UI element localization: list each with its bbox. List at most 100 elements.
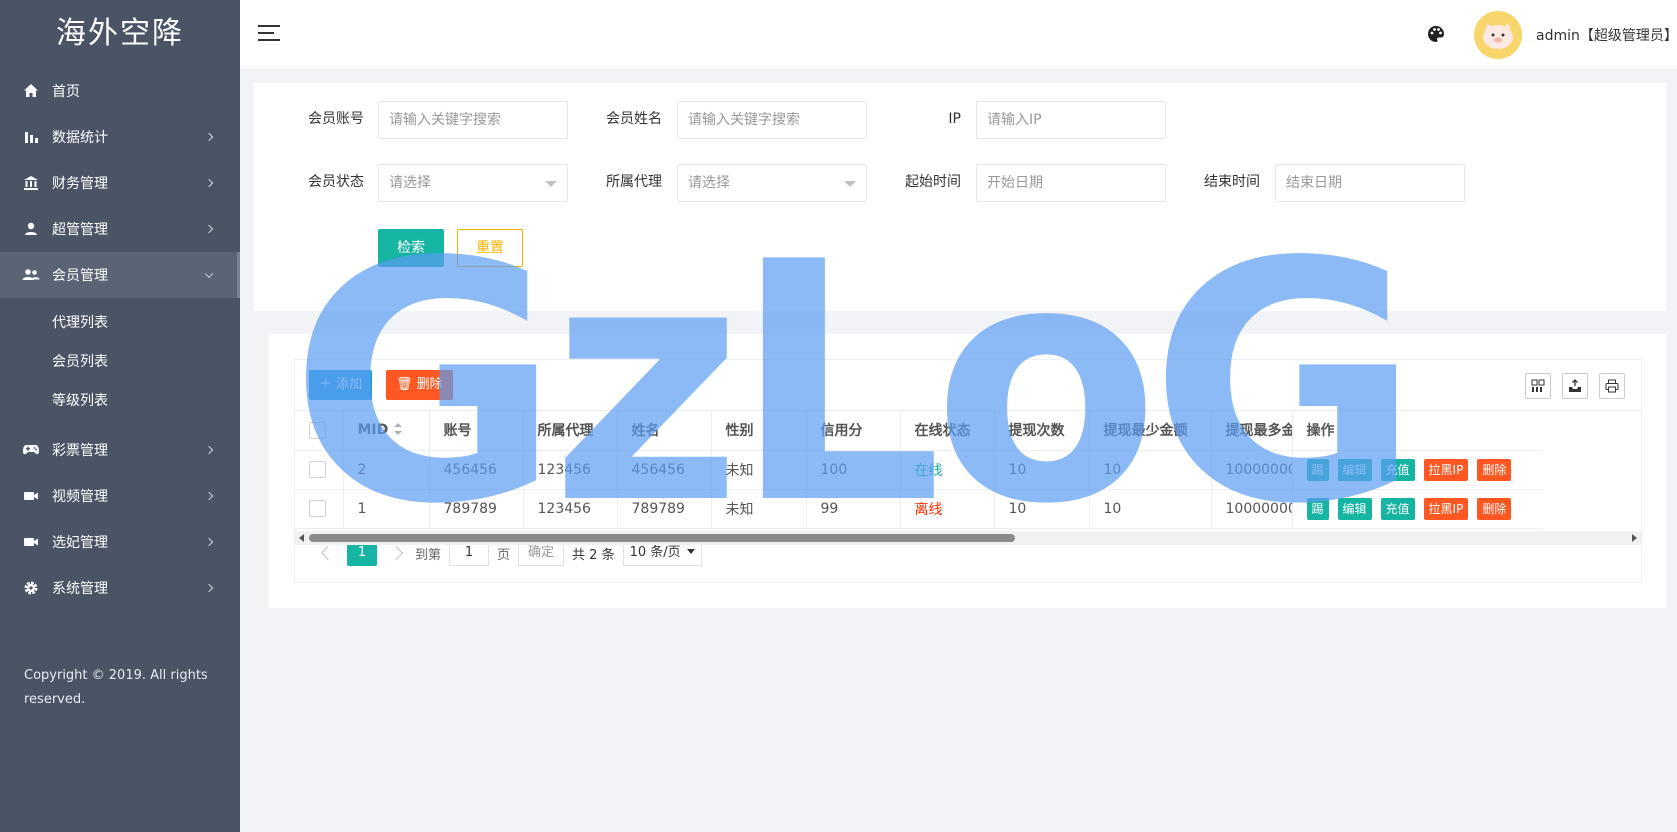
members-submenu: 代理列表 会员列表 等级列表 <box>0 298 240 427</box>
cell-actions: 踢编辑 充值 拉黑IP 删除 <box>1292 489 1543 529</box>
total-count: 共 2 条 <box>572 547 615 563</box>
users-icon <box>22 266 40 284</box>
cell-min: 10 <box>1089 489 1212 529</box>
end-date-input[interactable]: 结束日期 <box>1275 164 1465 202</box>
search-panel: 会员账号 请输入关键字搜索 会员姓名 请输入关键字搜索 IP 请输入IP 会员状… <box>254 83 1666 311</box>
print-icon[interactable] <box>1599 373 1625 399</box>
cell-gender: 未知 <box>711 489 807 529</box>
delete-row-button[interactable]: 删除 <box>1477 458 1512 481</box>
select-all-checkbox[interactable] <box>309 421 326 439</box>
cell-account: 456456 <box>429 450 524 490</box>
start-label: 起始时间 <box>905 174 961 190</box>
sidebar-item-video[interactable]: 视频管理 <box>0 473 240 519</box>
recharge-button[interactable]: 充值 <box>1380 497 1415 520</box>
sidebar-item-label: 超管管理 <box>52 222 108 238</box>
agent-select[interactable]: 请选择 <box>677 164 867 202</box>
next-page-icon[interactable] <box>388 545 404 561</box>
cell-credit: 100 <box>806 450 901 490</box>
video-icon <box>22 487 40 505</box>
status-select[interactable]: 请选择 <box>378 164 568 202</box>
add-button[interactable]: ＋ 添加 <box>309 370 373 400</box>
start-date-input[interactable]: 开始日期 <box>976 164 1166 202</box>
col-mid[interactable]: MID <box>343 411 430 451</box>
trash-icon: 🗑 <box>396 377 413 392</box>
sidebar-item-home[interactable]: 首页 <box>0 68 240 114</box>
goto-label: 到第 <box>415 547 442 563</box>
block-ip-button[interactable]: 拉黑IP <box>1423 497 1469 520</box>
members-table: MID 账号 所属代理 姓名 性别 信用分 在线状态 提现次数 提现最少金额 提… <box>295 411 1543 529</box>
ip-label: IP <box>948 111 961 127</box>
user-menu[interactable]: admin【超级管理员】 <box>1536 25 1677 45</box>
chevron-right-icon <box>204 445 214 455</box>
sidebar-item-members[interactable]: 会员管理 <box>0 252 240 298</box>
cell-agent: 123456 <box>523 489 618 529</box>
row-select-cell[interactable] <box>295 489 344 529</box>
delete-row-button[interactable]: 删除 <box>1477 497 1512 520</box>
sidebar-item-admin[interactable]: 超管管理 <box>0 206 240 252</box>
user-icon <box>22 220 40 238</box>
palette-icon[interactable] <box>1426 24 1448 46</box>
cell-account: 789789 <box>429 489 524 529</box>
columns-icon[interactable] <box>1525 373 1551 399</box>
copyright: Copyright © 2019. All rights reserved. <box>24 668 208 707</box>
kick-button[interactable]: 踢 <box>1306 497 1329 520</box>
top-bar: admin【超级管理员】 <box>240 0 1677 70</box>
sidebar-item-finance[interactable]: 财务管理 <box>0 160 240 206</box>
search-button[interactable]: 检索 <box>378 229 444 267</box>
name-input[interactable]: 请输入关键字搜索 <box>677 101 867 139</box>
chevron-right-icon <box>204 491 214 501</box>
delete-button[interactable]: 🗑 删除 <box>386 370 453 400</box>
table-row: 2 456456 123456 456456 未知 100 在线 10 10 1… <box>295 450 1543 490</box>
chevron-right-icon <box>204 537 214 547</box>
account-input[interactable]: 请输入关键字搜索 <box>378 101 568 139</box>
agent-label: 所属代理 <box>606 174 662 190</box>
col-account: 账号 <box>429 411 524 451</box>
recharge-button[interactable]: 充值 <box>1380 458 1415 481</box>
col-withdraw-max: 提现最多金 <box>1211 411 1293 451</box>
reset-button[interactable]: 重置 <box>457 229 523 267</box>
name-label: 会员姓名 <box>606 111 662 127</box>
col-gender: 性别 <box>711 411 807 451</box>
chevron-right-icon <box>204 178 214 188</box>
cell-min: 10 <box>1089 450 1212 490</box>
col-withdraw-count: 提现次数 <box>994 411 1090 451</box>
table-horizontal-scrollbar[interactable] <box>295 531 1641 545</box>
app-logo: 海外空降 <box>56 16 184 51</box>
cell-mid: 1 <box>343 489 430 529</box>
kick-button[interactable]: 踢 <box>1306 458 1329 481</box>
sidebar-item-label: 数据统计 <box>52 130 108 146</box>
avatar[interactable] <box>1474 11 1522 59</box>
sidebar-sub-level-list[interactable]: 等级列表 <box>0 382 240 421</box>
chevron-right-icon <box>204 132 214 142</box>
edit-button[interactable]: 编辑 <box>1337 497 1372 520</box>
prev-page-icon[interactable] <box>320 545 336 561</box>
sidebar-item-lottery[interactable]: 彩票管理 <box>0 427 240 473</box>
row-checkbox[interactable] <box>309 461 326 478</box>
gamepad-icon <box>22 441 40 459</box>
sidebar-item-concubine[interactable]: 选妃管理 <box>0 519 240 565</box>
end-label: 结束时间 <box>1204 174 1260 190</box>
block-ip-button[interactable]: 拉黑IP <box>1423 458 1469 481</box>
menu-toggle-icon[interactable] <box>258 25 280 43</box>
home-icon <box>22 82 40 100</box>
ip-input[interactable]: 请输入IP <box>976 101 1166 139</box>
select-all-cell[interactable] <box>295 411 344 451</box>
sidebar-item-system[interactable]: 系统管理 <box>0 565 240 611</box>
sidebar-sub-member-list[interactable]: 会员列表 <box>0 343 240 382</box>
table-toolbar: ＋ 添加 🗑 删除 <box>295 360 1641 411</box>
row-select-cell[interactable] <box>295 450 344 490</box>
sort-icon[interactable] <box>394 423 403 436</box>
row-checkbox[interactable] <box>309 500 326 517</box>
cell-max: 100000000 <box>1211 489 1293 529</box>
sidebar-item-stats[interactable]: 数据统计 <box>0 114 240 160</box>
sidebar-item-label: 首页 <box>52 84 80 100</box>
bar-chart-icon <box>22 128 40 146</box>
export-icon[interactable] <box>1562 373 1588 399</box>
sidebar-sub-agent-list[interactable]: 代理列表 <box>0 304 240 343</box>
sidebar: 海外空降 首页 数据统计 财务管理 超管管理 会员管理 代理列表 会员列表 等级… <box>0 0 240 832</box>
cell-actions: 踢编辑 充值 拉黑IP 删除 <box>1292 450 1543 490</box>
edit-button[interactable]: 编辑 <box>1337 458 1372 481</box>
cell-mid: 2 <box>343 450 430 490</box>
cell-name: 456456 <box>617 450 712 490</box>
col-actions: 操作 <box>1292 411 1543 451</box>
